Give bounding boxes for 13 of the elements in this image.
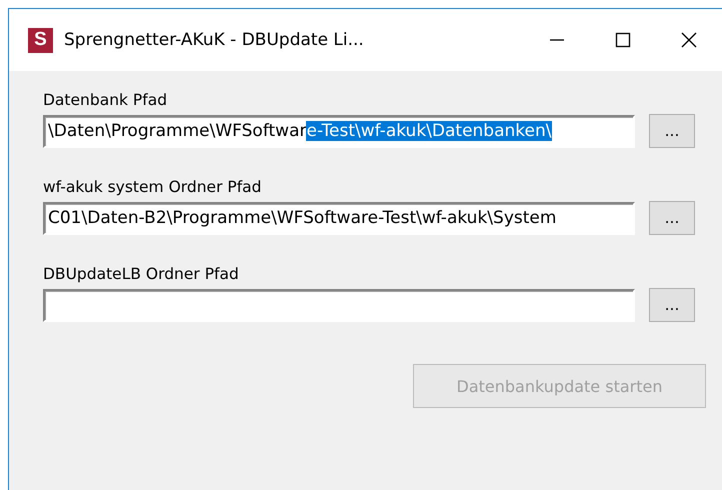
path-field[interactable]: \Daten\Programme\WFSoftware-Test\wf-akuk\Datenbanken\ [43, 114, 635, 148]
field-label: DBUpdateLB Ordner Pfad [43, 265, 239, 283]
field-label: wf-akuk system Ordner Pfad [43, 178, 262, 196]
maximize-icon[interactable] [615, 32, 631, 48]
browse-button[interactable]: ... [649, 201, 695, 235]
field-label: Datenbank Pfad [43, 91, 168, 109]
close-icon[interactable] [681, 32, 697, 48]
window-title: Sprengnetter-AKuK - DBUpdate Li... [64, 30, 364, 50]
browse-button[interactable]: ... [649, 114, 695, 148]
browse-button[interactable]: ... [649, 288, 695, 322]
path-field[interactable] [43, 288, 635, 322]
app-logo-icon: S [28, 28, 53, 52]
path-field[interactable]: C01\Daten-B2\Programme\WFSoftware-Test\wf-akuk\System [43, 202, 635, 234]
